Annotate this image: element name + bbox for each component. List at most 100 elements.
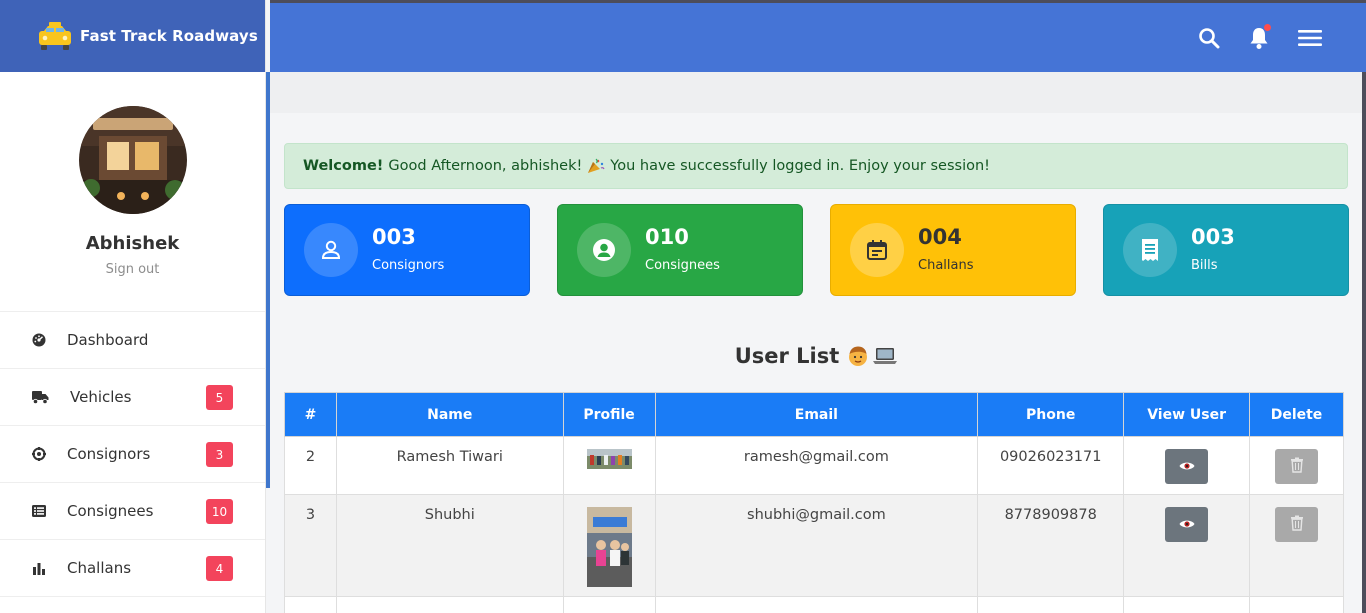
search-icon[interactable] xyxy=(1196,25,1222,51)
count-badge: 5 xyxy=(206,385,233,410)
top-navbar xyxy=(270,0,1366,72)
stat-label: Bills xyxy=(1191,258,1218,273)
bell-icon[interactable] xyxy=(1246,24,1272,51)
sidebar-item-label: Challans xyxy=(67,559,132,577)
count-badge: 3 xyxy=(206,442,233,467)
stat-card-consignees[interactable]: 010 Consignees xyxy=(557,204,803,296)
view-user-button[interactable] xyxy=(1165,507,1209,542)
sidebar-item-vehicles[interactable]: Vehicles 5 xyxy=(0,369,265,426)
stat-value: 010 xyxy=(645,225,689,249)
col-header: Profile xyxy=(562,392,656,437)
view-user-button[interactable] xyxy=(1165,449,1209,484)
stat-card-bills[interactable]: 003 Bills xyxy=(1103,204,1349,296)
cell-email xyxy=(654,596,979,613)
target-icon xyxy=(32,447,46,461)
cell-email: ramesh@gmail.com xyxy=(654,436,979,495)
user-icon xyxy=(304,223,358,277)
truck-icon xyxy=(32,390,49,404)
col-header: Phone xyxy=(977,392,1125,437)
stat-label: Consignors xyxy=(372,258,445,273)
laptop-icon xyxy=(873,346,898,366)
page-scrollbar[interactable] xyxy=(1362,72,1366,613)
cell-profile xyxy=(562,494,656,597)
sign-out-link[interactable]: Sign out xyxy=(106,262,160,277)
menu-icon[interactable] xyxy=(1297,25,1323,51)
cell-view xyxy=(1123,436,1251,495)
eye-icon xyxy=(1179,459,1195,475)
party-popper-icon xyxy=(587,158,605,174)
count-badge: 10 xyxy=(206,499,233,524)
eye-icon xyxy=(1179,517,1195,533)
user-circle-icon xyxy=(577,223,631,277)
cell-name xyxy=(335,596,564,613)
table-header-row: # Name Profile Email Phone View User Del… xyxy=(284,392,1344,437)
cell-name: Ramesh Tiwari xyxy=(335,436,564,495)
alert-strong: Welcome! xyxy=(303,158,384,174)
profile-thumbnail[interactable] xyxy=(586,507,632,591)
brand[interactable]: Fast Track Roadways xyxy=(0,0,265,72)
stat-card-consignors[interactable]: 003 Consignors xyxy=(284,204,530,296)
profile-section: Abhishek Sign out xyxy=(0,72,265,312)
delete-user-button[interactable] xyxy=(1275,449,1318,484)
cell-profile xyxy=(562,436,656,495)
dashboard-icon xyxy=(32,333,46,347)
col-header: Delete xyxy=(1249,392,1344,437)
sidebar: Fast Track Roadways Abhishek Sign out Da… xyxy=(0,0,266,613)
cell-id: 2 xyxy=(284,436,337,495)
col-header: View User xyxy=(1123,392,1251,437)
receipt-icon xyxy=(1123,223,1177,277)
profile-name: Abhishek xyxy=(85,233,180,254)
table-row xyxy=(284,596,1344,613)
cell-phone xyxy=(977,596,1125,613)
sidebar-item-label: Consignors xyxy=(67,445,151,463)
cell-phone: 8778909878 xyxy=(977,494,1125,597)
cell-id: 3 xyxy=(284,494,337,597)
notification-dot xyxy=(1264,24,1271,31)
sidebar-item-label: Consignees xyxy=(67,502,154,520)
stat-card-challans[interactable]: 004 Challans xyxy=(830,204,1076,296)
sidebar-item-challans[interactable]: Challans 4 xyxy=(0,540,265,597)
col-header: Email xyxy=(654,392,979,437)
trash-icon xyxy=(1290,515,1304,535)
calendar-icon xyxy=(850,223,904,277)
cell-view xyxy=(1123,494,1251,597)
sidebar-item-consignees[interactable]: Consignees 10 xyxy=(0,483,265,540)
cell-view xyxy=(1123,596,1251,613)
stat-value: 003 xyxy=(1191,225,1235,249)
cell-email: shubhi@gmail.com xyxy=(654,494,979,597)
profile-thumbnail[interactable] xyxy=(586,449,632,473)
table-row: 2 Ramesh Tiwari ramesh@gmail.com 0902602… xyxy=(284,436,1344,495)
sidebar-item-label: Dashboard xyxy=(67,331,149,349)
cell-name: Shubhi xyxy=(335,494,564,597)
table-row: 3 Shubhi shubhi@gmail.com 8778909878 xyxy=(284,494,1344,597)
list-icon xyxy=(32,504,46,518)
sidebar-item-dashboard[interactable]: Dashboard xyxy=(0,312,265,369)
boy-face-icon xyxy=(847,345,869,367)
cell-delete xyxy=(1249,596,1344,613)
sub-header xyxy=(270,72,1366,113)
cell-phone: 09026023171 xyxy=(977,436,1125,495)
sidebar-menu: Dashboard Vehicles 5 Consignors 3 Consig… xyxy=(0,312,265,597)
delete-user-button[interactable] xyxy=(1275,507,1318,542)
avatar[interactable] xyxy=(78,106,187,214)
cell-profile xyxy=(562,596,656,613)
alert-greeting: Good Afternoon, abhishek! xyxy=(388,158,583,174)
cell-delete xyxy=(1249,436,1344,495)
user-table: # Name Profile Email Phone View User Del… xyxy=(284,392,1344,613)
user-list-title: User List xyxy=(284,344,1348,368)
stat-value: 004 xyxy=(918,225,962,249)
alert-message: You have successfully logged in. Enjoy y… xyxy=(610,158,990,174)
sidebar-scrollbar[interactable] xyxy=(266,72,270,488)
sidebar-item-label: Vehicles xyxy=(70,388,132,406)
col-header: # xyxy=(284,392,337,437)
count-badge: 4 xyxy=(206,556,233,581)
brand-name: Fast Track Roadways xyxy=(80,27,258,45)
cell-delete xyxy=(1249,494,1344,597)
trash-icon xyxy=(1290,457,1304,477)
sidebar-item-consignors[interactable]: Consignors 3 xyxy=(0,426,265,483)
bar-chart-icon xyxy=(32,561,46,575)
col-header: Name xyxy=(335,392,564,437)
stat-label: Challans xyxy=(918,258,974,273)
stat-value: 003 xyxy=(372,225,416,249)
user-list-heading: User List xyxy=(734,344,840,368)
